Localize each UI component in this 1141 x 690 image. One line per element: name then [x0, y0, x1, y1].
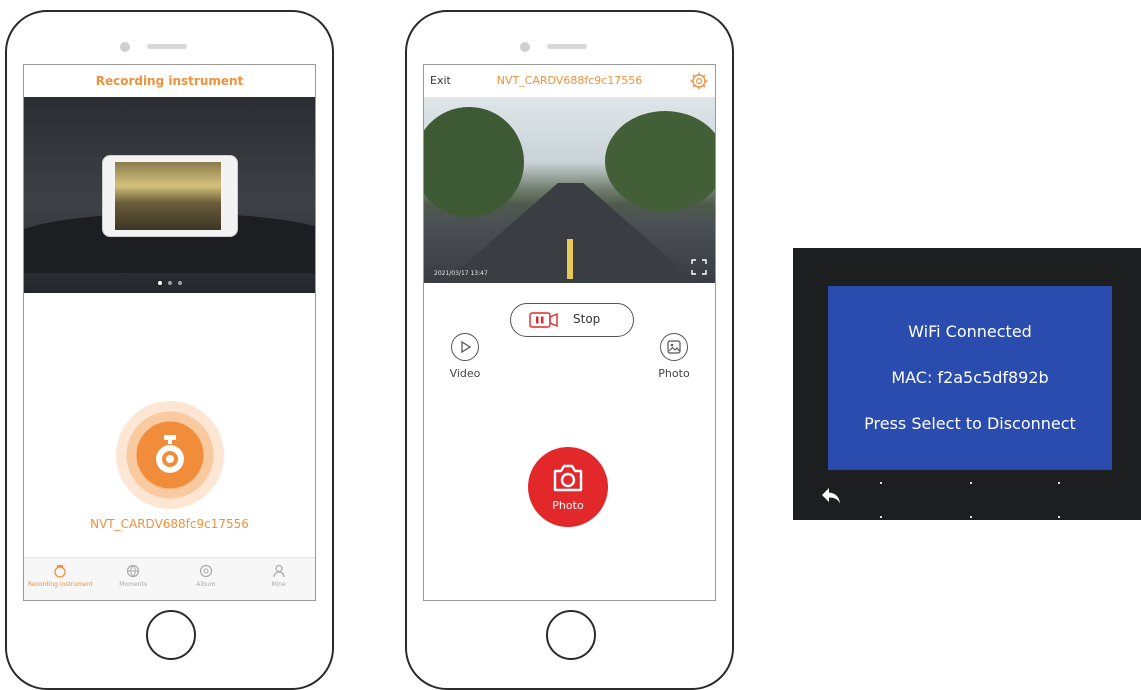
tab-mine[interactable]: Mine — [242, 558, 315, 600]
play-icon — [461, 340, 472, 354]
banner-phone-screen — [115, 162, 221, 230]
live-video-preview[interactable]: 2021/03/17 13:47 — [424, 97, 715, 283]
video-mode-label: Video — [449, 367, 481, 380]
button-tick — [1058, 516, 1060, 518]
photo-mode-ring — [660, 333, 688, 361]
fullscreen-icon[interactable] — [691, 259, 707, 275]
home-button[interactable] — [546, 610, 596, 660]
tab-label: Mine — [271, 581, 286, 588]
globe-icon — [127, 564, 140, 578]
earpiece-speaker — [147, 44, 187, 49]
recording-camera-icon — [529, 312, 558, 328]
tab-label: Moments — [119, 581, 147, 588]
carousel-dot[interactable] — [167, 281, 172, 285]
stop-recording-button[interactable]: Stop — [510, 303, 634, 337]
phone-screen: Recording instrument NVT_CARDV688fc9c175… — [23, 64, 316, 601]
camera-lcd-screen: WiFi Connected MAC: f2a5c5df892b Press S… — [793, 248, 1141, 520]
tab-label: Recording instrument — [27, 581, 93, 588]
wifi-status-text: WiFi Connected — [908, 322, 1032, 341]
take-photo-button[interactable]: Photo — [528, 447, 608, 527]
video-timestamp: 2021/03/17 13:47 — [434, 270, 488, 277]
button-tick — [880, 482, 882, 484]
gear-icon[interactable] — [689, 71, 709, 91]
photo-mode-label: Photo — [658, 367, 690, 380]
top-bar: Exit NVT_CARDV688fc9c17556 — [424, 65, 715, 97]
button-tick — [970, 516, 972, 518]
back-icon[interactable] — [819, 484, 845, 510]
video-mode-button[interactable]: Video — [440, 333, 490, 380]
camera-icon — [553, 464, 583, 492]
phone-recording-instrument: Recording instrument NVT_CARDV688fc9c175… — [5, 10, 334, 690]
carousel-dot[interactable] — [177, 281, 182, 285]
shutter-label: Photo — [552, 499, 584, 512]
disconnect-hint-text: Press Select to Disconnect — [864, 414, 1076, 433]
scene-lane-marking — [567, 239, 573, 279]
person-icon — [273, 564, 285, 578]
home-button[interactable] — [146, 610, 196, 660]
banner-phone-image — [102, 155, 238, 237]
tab-label: Album — [196, 581, 216, 588]
page-title: NVT_CARDV688fc9c17556 — [496, 74, 643, 87]
tab-album[interactable]: Album — [170, 558, 243, 600]
dashcam-icon — [156, 435, 184, 473]
page-title: Recording instrument — [95, 74, 244, 88]
front-camera — [120, 42, 130, 52]
image-icon — [667, 340, 681, 354]
front-camera — [520, 42, 530, 52]
button-tick — [880, 516, 882, 518]
album-icon — [199, 564, 212, 578]
bottom-tab-bar: Recording instrument Moments Album Mine — [24, 557, 315, 600]
button-tick — [1058, 482, 1060, 484]
tab-recording-instrument[interactable]: Recording instrument — [24, 558, 97, 600]
wifi-status-dialog: WiFi Connected MAC: f2a5c5df892b Press S… — [828, 286, 1112, 470]
phone-live-view: Exit NVT_CARDV688fc9c17556 2021/03/17 13… — [405, 10, 734, 690]
tab-moments[interactable]: Moments — [97, 558, 170, 600]
promo-banner-carousel[interactable] — [24, 97, 315, 293]
mac-address-text: MAC: f2a5c5df892b — [891, 368, 1049, 387]
scene-tree — [605, 111, 715, 211]
connect-device-button[interactable] — [116, 401, 224, 509]
stop-label: Stop — [573, 312, 601, 326]
scene-tree — [424, 107, 524, 217]
carousel-dot[interactable] — [157, 281, 162, 285]
phone-screen: Exit NVT_CARDV688fc9c17556 2021/03/17 13… — [423, 64, 716, 601]
dashcam-icon — [54, 565, 67, 578]
earpiece-speaker — [547, 44, 587, 49]
photo-mode-button[interactable]: Photo — [649, 333, 699, 380]
carousel-dots[interactable] — [24, 270, 315, 289]
video-mode-ring — [451, 333, 479, 361]
button-tick — [970, 482, 972, 484]
device-name: NVT_CARDV688fc9c17556 — [90, 517, 249, 531]
